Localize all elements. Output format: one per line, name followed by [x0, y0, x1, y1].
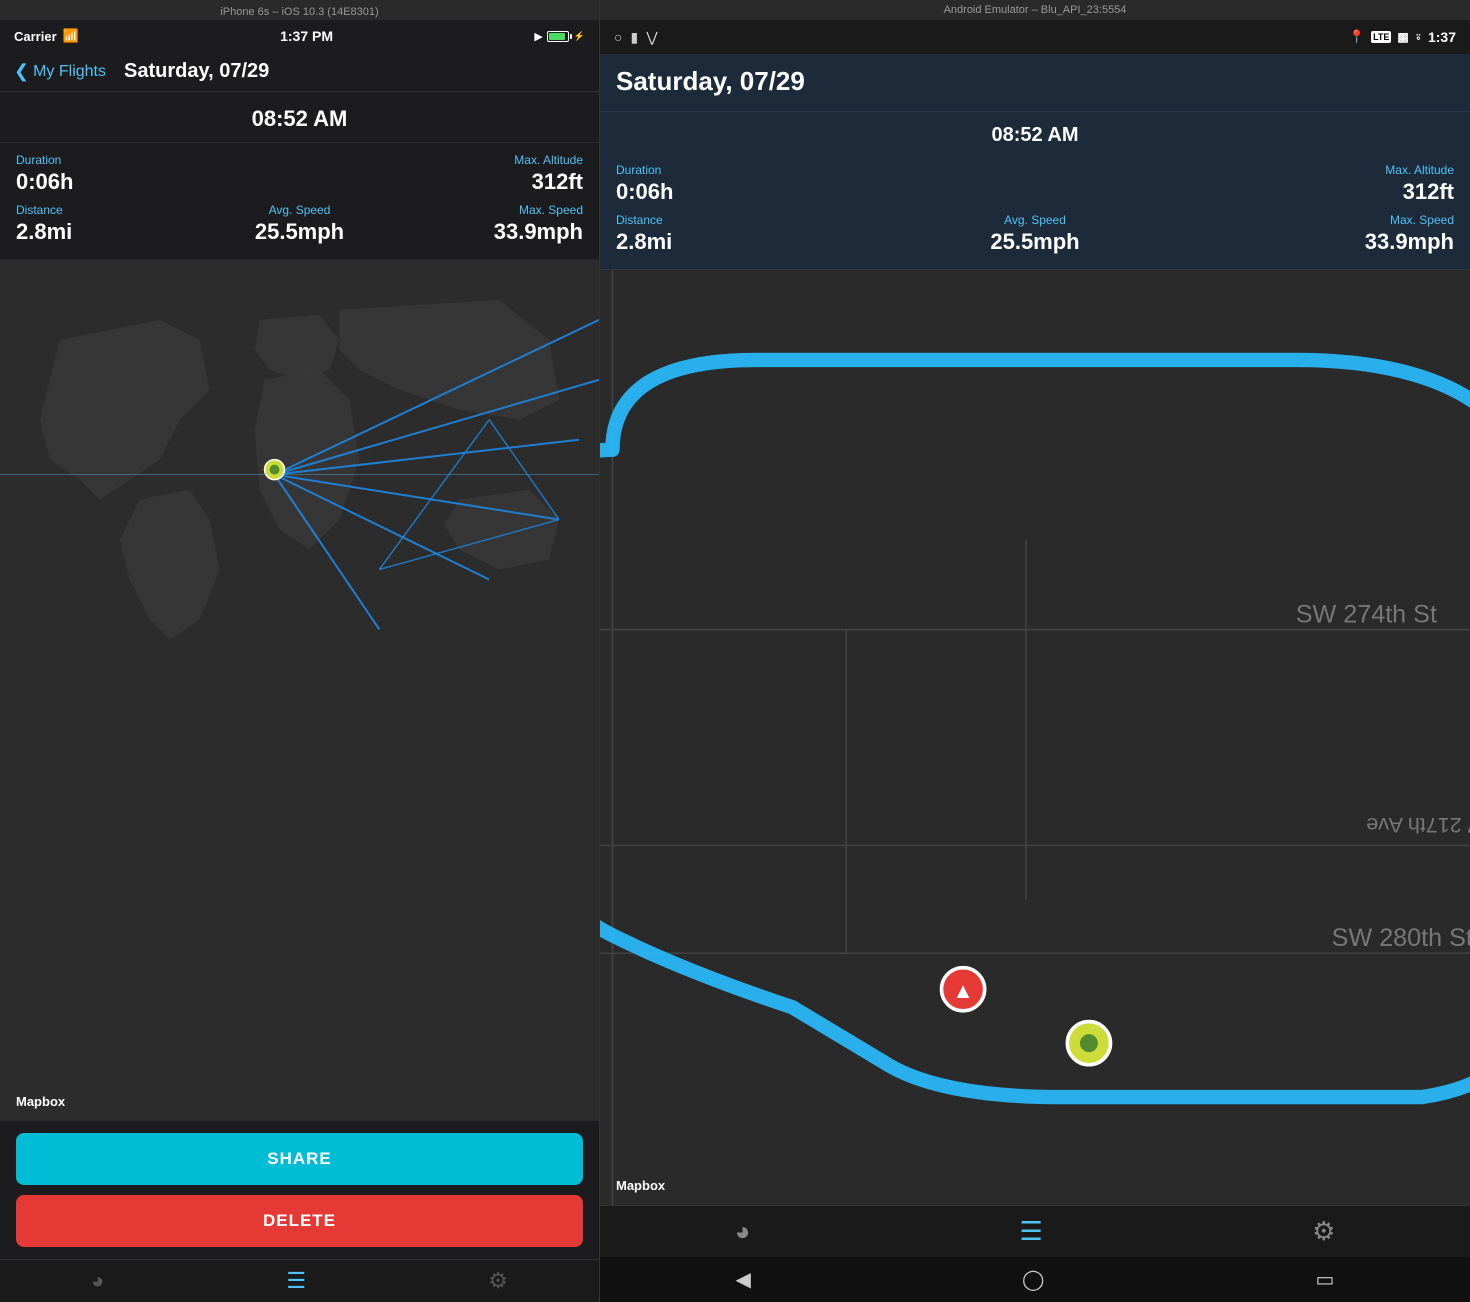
android-settings-icon[interactable]: ⚙	[1312, 1216, 1335, 1247]
ios-max-altitude-value: 312ft	[394, 169, 583, 195]
lightning-icon: ⚡	[574, 31, 585, 42]
ios-distance-stat: Distance 2.8mi	[16, 203, 205, 245]
wifi-icon: 📶	[63, 28, 79, 44]
ios-list-icon[interactable]: ☰	[286, 1268, 306, 1294]
ios-bottom-bar: ◕ ☰ ⚙	[0, 1259, 599, 1302]
android-nav-bar: Saturday, 07/29	[600, 54, 1470, 112]
ios-avg-speed-value: 25.5mph	[205, 219, 394, 245]
ios-distance-value: 2.8mi	[16, 219, 205, 245]
android-status-left: ○ ▮ ⋁	[614, 29, 658, 46]
android-map: SW 274th St SW 280th St SW 217th Ave ▲ M…	[600, 270, 1470, 1205]
ios-time-section: 08:52 AM	[0, 92, 599, 143]
android-distance-stat: Distance 2.8mi	[616, 213, 895, 255]
ios-duration-stat: Duration 0:06h	[16, 153, 205, 195]
ios-map: Mapbox	[0, 260, 599, 1121]
svg-text:▲: ▲	[952, 978, 973, 1003]
android-status-right: 📍 LTE ▩ ⍤ 1:37	[1349, 29, 1456, 45]
ios-map-world-svg	[0, 260, 599, 689]
ios-dashboard-icon[interactable]: ◕	[91, 1268, 104, 1294]
ios-actions: SHARE DELETE	[0, 1121, 599, 1259]
battery-icon	[547, 31, 569, 42]
ios-status-left: Carrier 📶	[14, 28, 79, 44]
ios-nav-bar: ❮ My Flights Saturday, 07/29	[0, 52, 599, 92]
ios-back-button[interactable]: ❮ My Flights	[14, 61, 106, 82]
ios-back-label: My Flights	[33, 63, 106, 81]
android-recents-button[interactable]: ▭	[1316, 1267, 1335, 1292]
android-max-speed-value: 33.9mph	[1175, 229, 1454, 255]
delete-button[interactable]: DELETE	[16, 1195, 583, 1247]
android-avg-speed-stat: Avg. Speed 25.5mph	[895, 213, 1174, 255]
ios-settings-icon[interactable]: ⚙	[488, 1268, 508, 1294]
android-mapbox-label: Mapbox	[616, 1178, 665, 1193]
share-button[interactable]: SHARE	[16, 1133, 583, 1185]
android-duration-value: 0:06h	[616, 179, 895, 205]
android-nav-title: Saturday, 07/29	[616, 66, 1454, 97]
location-icon: ▶	[534, 30, 542, 43]
android-distance-value: 2.8mi	[616, 229, 895, 255]
android-avg-speed-value: 25.5mph	[895, 229, 1174, 255]
android-max-speed-stat: Max. Speed 33.9mph	[1175, 213, 1454, 255]
android-clock: 1:37	[1428, 29, 1456, 45]
ios-clock: 1:37 PM	[280, 28, 333, 44]
ios-carrier: Carrier	[14, 29, 57, 44]
battery-fill	[549, 33, 565, 40]
ios-distance-label: Distance	[16, 203, 205, 217]
android-bottom-nav: ◕ ☰ ⚙	[600, 1205, 1470, 1257]
android-time-section: 08:52 AM	[600, 112, 1470, 155]
android-status-bar: ○ ▮ ⋁ 📍 LTE ▩ ⍤ 1:37	[600, 20, 1470, 54]
ios-mapbox-label: Mapbox	[16, 1094, 65, 1109]
android-back-button[interactable]: ◀	[736, 1267, 751, 1292]
lte-badge: LTE	[1371, 31, 1391, 43]
ios-flight-time: 08:52 AM	[0, 106, 599, 132]
android-title-bar: Android Emulator – Blu_API_23:5554	[600, 0, 1470, 20]
ios-duration-value: 0:06h	[16, 169, 205, 195]
android-duration-stat: Duration 0:06h	[616, 163, 895, 205]
ios-empty-stat1	[205, 153, 394, 195]
ios-status-bar: Carrier 📶 1:37 PM ▶ ⚡	[0, 20, 599, 52]
ios-max-speed-label: Max. Speed	[394, 203, 583, 217]
ios-max-altitude-label: Max. Altitude	[394, 153, 583, 167]
android-system-bar: ◀ ◯ ▭	[600, 1257, 1470, 1302]
android-dashboard-icon[interactable]: ◕	[735, 1216, 751, 1247]
ios-duration-label: Duration	[16, 153, 205, 167]
android-empty-stat1	[895, 163, 1174, 205]
android-max-altitude-label: Max. Altitude	[1175, 163, 1454, 177]
ios-avg-speed-label: Avg. Speed	[205, 203, 394, 217]
chevron-left-icon: ❮	[14, 61, 29, 82]
android-stats: Duration 0:06h Max. Altitude 312ft Dista…	[600, 155, 1470, 270]
svg-text:SW 280th St: SW 280th St	[1332, 924, 1470, 952]
android-map-svg: SW 274th St SW 280th St SW 217th Ave ▲	[600, 270, 1470, 1205]
android-max-speed-label: Max. Speed	[1175, 213, 1454, 227]
ios-avg-speed-stat: Avg. Speed 25.5mph	[205, 203, 394, 245]
ios-max-altitude-stat: Max. Altitude 312ft	[394, 153, 583, 195]
android-avg-speed-label: Avg. Speed	[895, 213, 1174, 227]
ios-nav-title: Saturday, 07/29	[124, 60, 269, 83]
android-icon1: ○	[614, 29, 622, 45]
ios-title-text: iPhone 6s – iOS 10.3 (14E8301)	[220, 6, 378, 18]
ios-stats: Duration 0:06h Max. Altitude 312ft Dista…	[0, 143, 599, 260]
ios-max-speed-value: 33.9mph	[394, 219, 583, 245]
ios-panel: iPhone 6s – iOS 10.3 (14E8301) Carrier 📶…	[0, 0, 600, 1302]
android-flight-time: 08:52 AM	[600, 124, 1470, 147]
android-title-text: Android Emulator – Blu_API_23:5554	[944, 4, 1127, 16]
signal-icon: ▩	[1397, 30, 1408, 44]
android-icon2: ▮	[630, 29, 638, 46]
svg-text:SW 217th Ave: SW 217th Ave	[1366, 813, 1470, 838]
android-panel: Android Emulator – Blu_API_23:5554 ○ ▮ ⋁…	[600, 0, 1470, 1302]
android-max-altitude-stat: Max. Altitude 312ft	[1175, 163, 1454, 205]
battery-icon: ⍤	[1415, 30, 1422, 45]
android-max-altitude-value: 312ft	[1175, 179, 1454, 205]
location-icon: 📍	[1349, 29, 1365, 45]
ios-max-speed-stat: Max. Speed 33.9mph	[394, 203, 583, 245]
android-icon3: ⋁	[646, 29, 657, 46]
android-distance-label: Distance	[616, 213, 895, 227]
android-list-icon[interactable]: ☰	[1020, 1216, 1043, 1247]
ios-title-bar: iPhone 6s – iOS 10.3 (14E8301)	[0, 0, 599, 20]
svg-text:SW 274th St: SW 274th St	[1296, 600, 1437, 628]
android-home-button[interactable]: ◯	[1022, 1267, 1044, 1292]
android-duration-label: Duration	[616, 163, 895, 177]
ios-status-right: ▶ ⚡	[534, 30, 585, 43]
